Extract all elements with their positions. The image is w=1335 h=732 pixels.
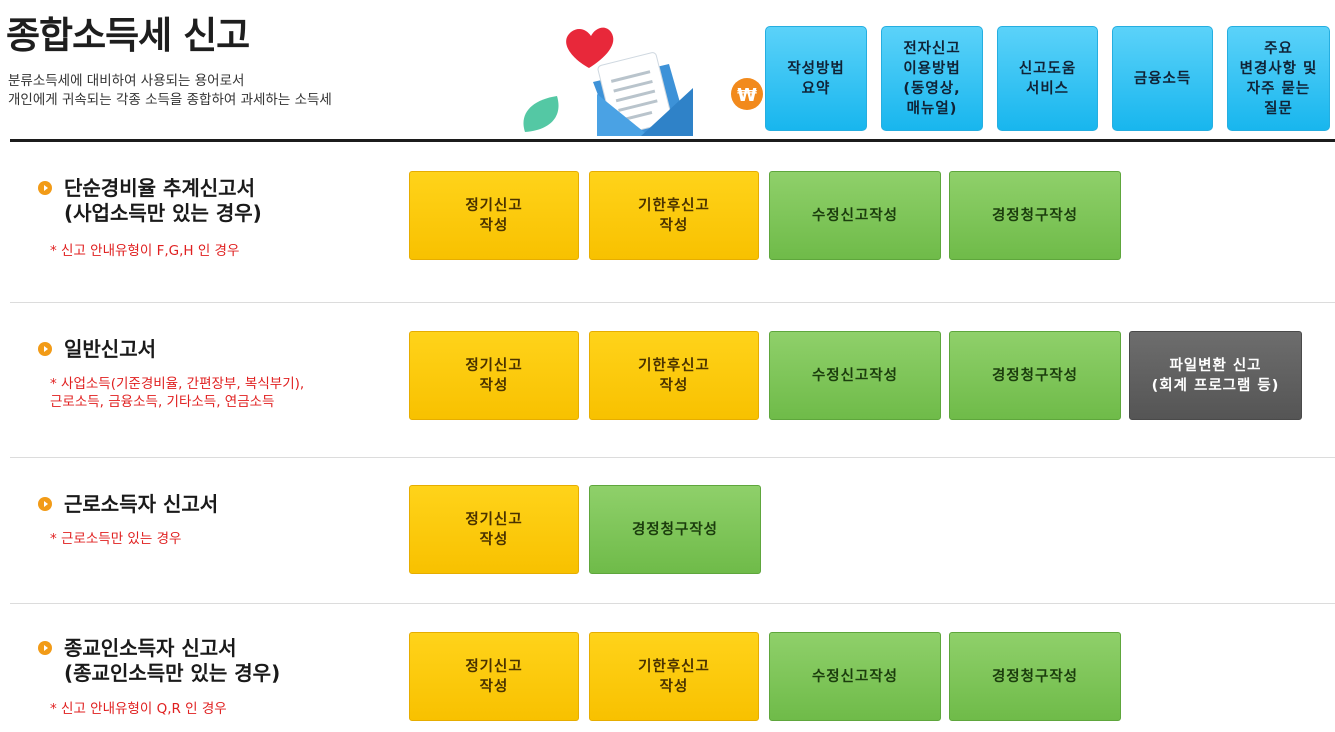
page-title: 종합소득세 신고 [6,14,250,57]
regular-filing-button[interactable]: 정기신고 작성 [409,632,579,721]
nav-button-changes-faq[interactable]: 주요 변경사항 및 자주 묻는 질문 [1227,26,1330,131]
header-illustration: ₩ [523,27,763,136]
won-coin-icon: ₩ [731,78,763,110]
subtitle-line-1: 분류소득세에 대비하여 사용되는 용어로서 [8,73,245,89]
bullet-icon [38,342,52,356]
bullet-icon [38,497,52,511]
section-general: 일반신고서 * 사업소득(기준경비율, 간편장부, 복식부기), 근로소득, 금… [0,303,1335,457]
amended-filing-button[interactable]: 수정신고작성 [769,171,941,260]
section-note: * 신고 안내유형이 Q,R 인 경우 [50,701,227,717]
regular-filing-button[interactable]: 정기신고 작성 [409,171,579,260]
section-title: 근로소득자 신고서 [64,492,219,516]
section-note: * 근로소득만 있는 경우 [50,531,182,547]
late-filing-button[interactable]: 기한후신고 작성 [589,632,759,721]
amended-filing-button[interactable]: 수정신고작성 [769,331,941,420]
correction-claim-button[interactable]: 경정청구작성 [949,632,1121,721]
section-note: * 사업소득(기준경비율, 간편장부, 복식부기), 근로소득, 금융소득, 기… [50,376,305,410]
correction-claim-button[interactable]: 경정청구작성 [949,331,1121,420]
leaf-icon [523,96,559,132]
section-religious-income: 종교인소득자 신고서 (종교인소득만 있는 경우) * 신고 안내유형이 Q,R… [0,604,1335,732]
file-conversion-filing-button[interactable]: 파일변환 신고 (회계 프로그램 등) [1129,331,1302,420]
section-earned-income: 근로소득자 신고서 * 근로소득만 있는 경우 정기신고 작성 경정청구작성 [0,458,1335,603]
heart-icon [566,27,614,68]
section-title: 일반신고서 [64,337,156,361]
section-title: 단순경비율 추계신고서 (사업소득만 있는 경우) [64,176,262,225]
envelope-icon [593,52,693,136]
section-title: 종교인소득자 신고서 (종교인소득만 있는 경우) [64,636,281,685]
page-header: 종합소득세 신고 분류소득세에 대비하여 사용되는 용어로서 개인에게 귀속되는… [0,0,1335,142]
bullet-icon [38,641,52,655]
correction-claim-button[interactable]: 경정청구작성 [949,171,1121,260]
section-simple-expense: 단순경비율 추계신고서 (사업소득만 있는 경우) * 신고 안내유형이 F,G… [0,142,1335,302]
nav-button-writing-guide[interactable]: 작성방법 요약 [765,26,867,131]
svg-text:₩: ₩ [737,85,757,106]
regular-filing-button[interactable]: 정기신고 작성 [409,485,579,574]
section-note: * 신고 안내유형이 F,G,H 인 경우 [50,243,240,259]
bullet-icon [38,181,52,195]
late-filing-button[interactable]: 기한후신고 작성 [589,331,759,420]
nav-button-financial-income[interactable]: 금융소득 [1112,26,1213,131]
correction-claim-button[interactable]: 경정청구작성 [589,485,761,574]
nav-button-e-filing-guide[interactable]: 전자신고 이용방법 (동영상, 매뉴얼) [881,26,983,131]
nav-button-filing-help[interactable]: 신고도움 서비스 [997,26,1098,131]
subtitle-line-2: 개인에게 귀속되는 각종 소득을 종합하여 과세하는 소득세 [8,92,332,108]
amended-filing-button[interactable]: 수정신고작성 [769,632,941,721]
regular-filing-button[interactable]: 정기신고 작성 [409,331,579,420]
late-filing-button[interactable]: 기한후신고 작성 [589,171,759,260]
page-subtitle: 분류소득세에 대비하여 사용되는 용어로서 개인에게 귀속되는 각종 소득을 종… [8,72,332,110]
